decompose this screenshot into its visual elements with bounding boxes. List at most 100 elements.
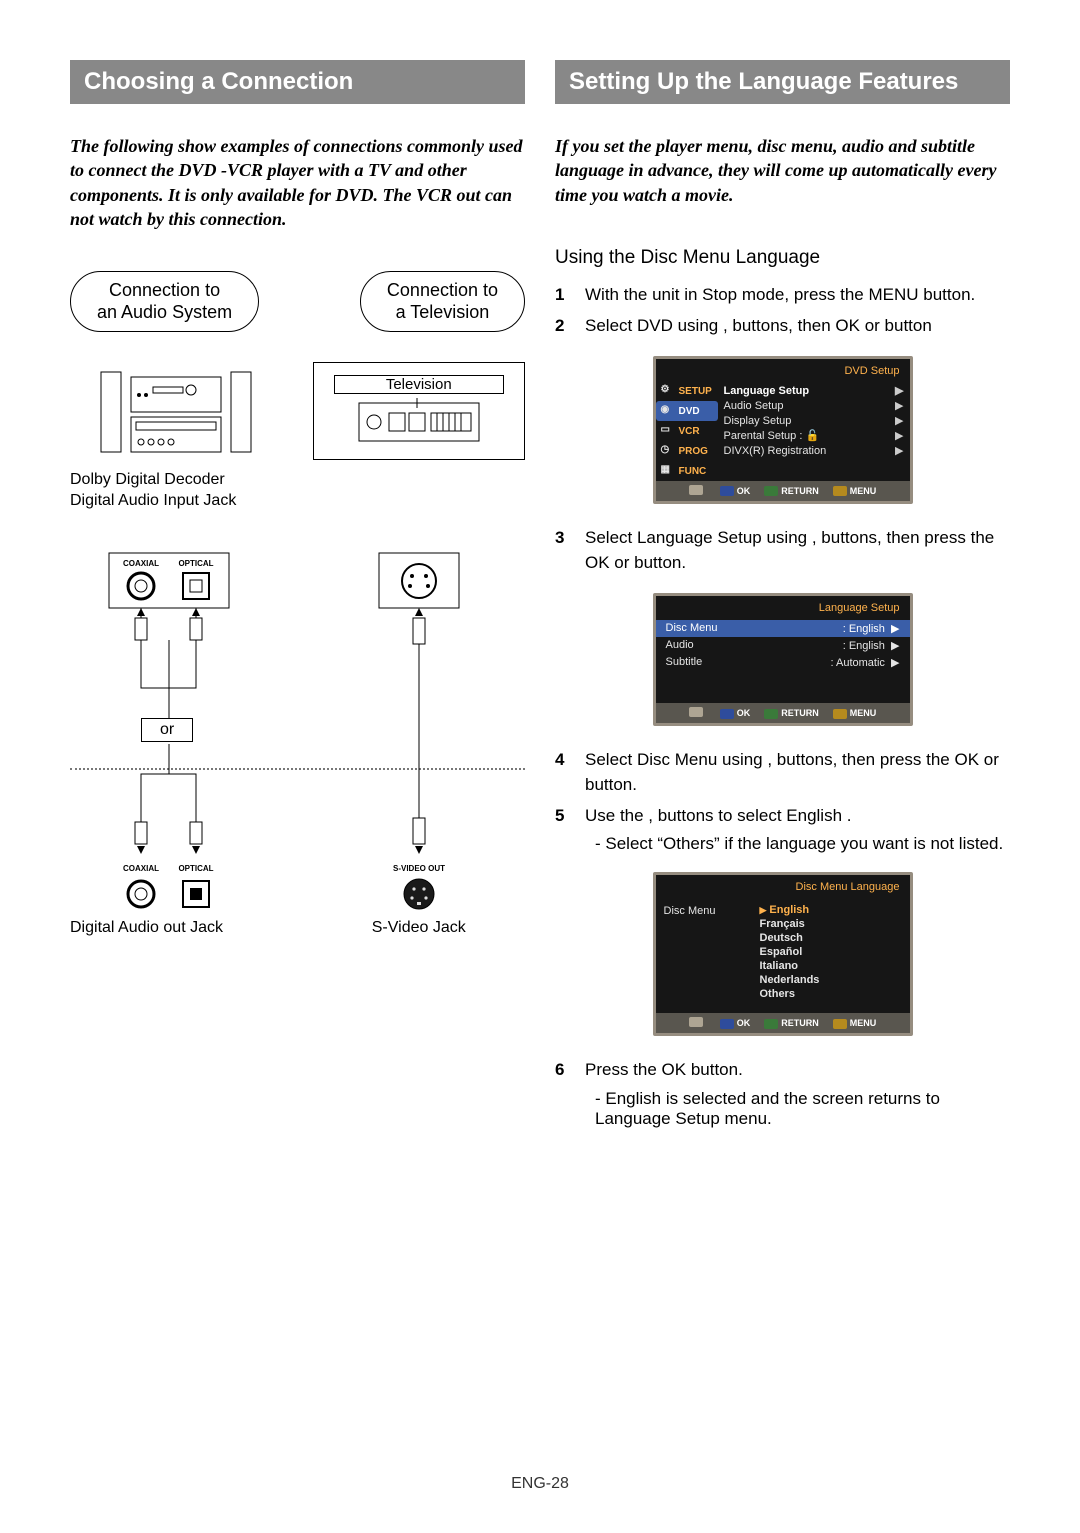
osd3-lang-5: Nederlands [760, 973, 902, 987]
right-column: Setting Up the Language Features If you … [555, 60, 1010, 1137]
osd2-v0: : English [843, 623, 885, 635]
left-column: Choosing a Connection The following show… [70, 60, 525, 1137]
tape-icon: ▭ [661, 424, 675, 438]
menu-chip-icon [833, 709, 847, 719]
pill-audio: Connection to an Audio System [70, 271, 259, 332]
subheading: Using the Disc Menu Language [555, 247, 1010, 269]
label-coaxial-bot: COAXIAL [123, 864, 159, 873]
osd2-k1: Audio [666, 639, 694, 652]
chevron-right-icon: ▶ [895, 414, 903, 427]
osd3-title: Disc Menu Language [656, 875, 910, 897]
chevron-right-icon: ▶ [895, 444, 903, 457]
tv-figure: Television [313, 362, 526, 512]
osd2-menu: MENU [850, 708, 877, 718]
step-3: Select Language Setup using , buttons, t… [555, 526, 1010, 575]
osd1-side-vcr: VCR [679, 426, 700, 437]
audio-system-figure: Dolby Digital Decoder Digital Audio Inpu… [70, 362, 283, 512]
osd1-side-prog: PROG [679, 446, 708, 457]
osd-disc-menu-language: Disc Menu Language Disc Menu English Fra… [653, 872, 913, 1036]
osd3-lang-0: English [760, 903, 902, 917]
dolby-l1: Dolby Digital Decoder [70, 471, 225, 488]
chevron-right-icon: ▶ [891, 640, 899, 652]
osd1-row4: DIVX(R) Registration [724, 445, 827, 457]
return-chip-icon [764, 486, 778, 496]
pill-tv: Connection to a Television [360, 271, 525, 332]
pill-audio-l1: Connection to [97, 280, 232, 302]
osd1-side-dvd: DVD [679, 406, 700, 417]
return-chip-icon [764, 1019, 778, 1029]
osd1-ok: OK [737, 486, 751, 496]
osd3-lang-3: Español [760, 945, 902, 959]
remote-icon [689, 707, 703, 717]
ok-chip-icon [720, 1019, 734, 1029]
osd1-return: RETURN [781, 486, 819, 496]
label-optical-bot: OPTICAL [179, 864, 214, 873]
osd2-k2: Subtitle [666, 656, 703, 669]
caption-digital-audio: Digital Audio out Jack [70, 918, 283, 939]
chevron-right-icon: ▶ [895, 384, 903, 397]
right-intro: If you set the player menu, disc menu, a… [555, 134, 1010, 207]
osd3-lang-2: Deutsch [760, 931, 902, 945]
page-number: ENG-28 [0, 1475, 1080, 1493]
remote-icon [689, 485, 703, 495]
ok-chip-icon [720, 486, 734, 496]
digital-audio-diagram: COAXIAL OPTICAL [70, 548, 283, 918]
pill-audio-l2: an Audio System [97, 302, 232, 324]
osd1-title: DVD Setup [656, 359, 910, 381]
chevron-right-icon: ▶ [895, 429, 903, 442]
step-5: Use the , buttons to select English . [555, 804, 1010, 829]
osd2-return: RETURN [781, 708, 819, 718]
remote-icon [689, 1017, 703, 1027]
menu-chip-icon [833, 1019, 847, 1029]
osd2-v1: : English [843, 640, 885, 652]
osd3-ok: OK [737, 1018, 751, 1028]
osd1-menu: MENU [850, 486, 877, 496]
step-1: With the unit in Stop mode, press the ME… [555, 283, 1010, 308]
label-optical-top: OPTICAL [179, 559, 214, 568]
osd3-lang-4: Italiano [760, 959, 902, 973]
osd2-k0: Disc Menu [666, 622, 718, 635]
step-2: Select DVD using , buttons, then OK or b… [555, 314, 1010, 339]
or-label: or [141, 718, 193, 742]
chevron-right-icon: ▶ [895, 399, 903, 412]
osd-dvd-setup: DVD Setup ⚙ SETUP ◉ DVD ▭ VCR ◷ PROG ▦ FUNC L… [653, 356, 913, 504]
tv-label: Television [334, 375, 505, 394]
grid-icon: ▦ [661, 464, 675, 478]
caption-svideo: S-Video Jack [313, 918, 526, 939]
disc-icon: ◉ [661, 404, 675, 418]
osd3-return: RETURN [781, 1018, 819, 1028]
step-4: Select Disc Menu using , buttons, then p… [555, 748, 1010, 797]
svideo-diagram: S-VIDEO OUT [313, 548, 526, 918]
osd1-row0: Language Setup [724, 385, 810, 397]
return-chip-icon [764, 709, 778, 719]
osd1-row1: Audio Setup [724, 400, 784, 412]
osd1-row2: Display Setup [724, 415, 792, 427]
osd1-row3: Parental Setup : [724, 430, 803, 442]
osd1-side-func: FUNC [679, 466, 707, 477]
step-6-note: - English is selected and the screen ret… [555, 1089, 1010, 1129]
osd3-lang-1: Français [760, 917, 902, 931]
left-intro: The following show examples of connectio… [70, 134, 525, 231]
osd1-side-setup: SETUP [679, 386, 712, 397]
lock-icon: 🔓 [805, 430, 819, 442]
label-svideoout: S-VIDEO OUT [393, 864, 445, 873]
osd2-title: Language Setup [656, 596, 910, 618]
chevron-right-icon: ▶ [891, 623, 899, 635]
left-title: Choosing a Connection [70, 60, 525, 104]
pill-tv-l2: a Television [387, 302, 498, 324]
osd3-lang-6: Others [760, 987, 902, 1001]
gear-icon: ⚙ [661, 384, 675, 398]
osd2-v2: : Automatic [830, 657, 884, 669]
osd3-menu: MENU [850, 1018, 877, 1028]
step-5-note: - Select “Others” if the language you wa… [555, 834, 1010, 854]
step-6: Press the OK button. [555, 1058, 1010, 1083]
dolby-l2: Digital Audio Input Jack [70, 492, 236, 509]
label-coaxial-top: COAXIAL [123, 559, 159, 568]
pill-tv-l1: Connection to [387, 280, 498, 302]
osd-language-setup: Language Setup Disc Menu : English ▶ Audi… [653, 593, 913, 726]
ok-chip-icon [720, 709, 734, 719]
clock-icon: ◷ [661, 444, 675, 458]
osd2-ok: OK [737, 708, 751, 718]
right-title: Setting Up the Language Features [555, 60, 1010, 104]
osd3-left-label: Disc Menu [656, 903, 752, 917]
